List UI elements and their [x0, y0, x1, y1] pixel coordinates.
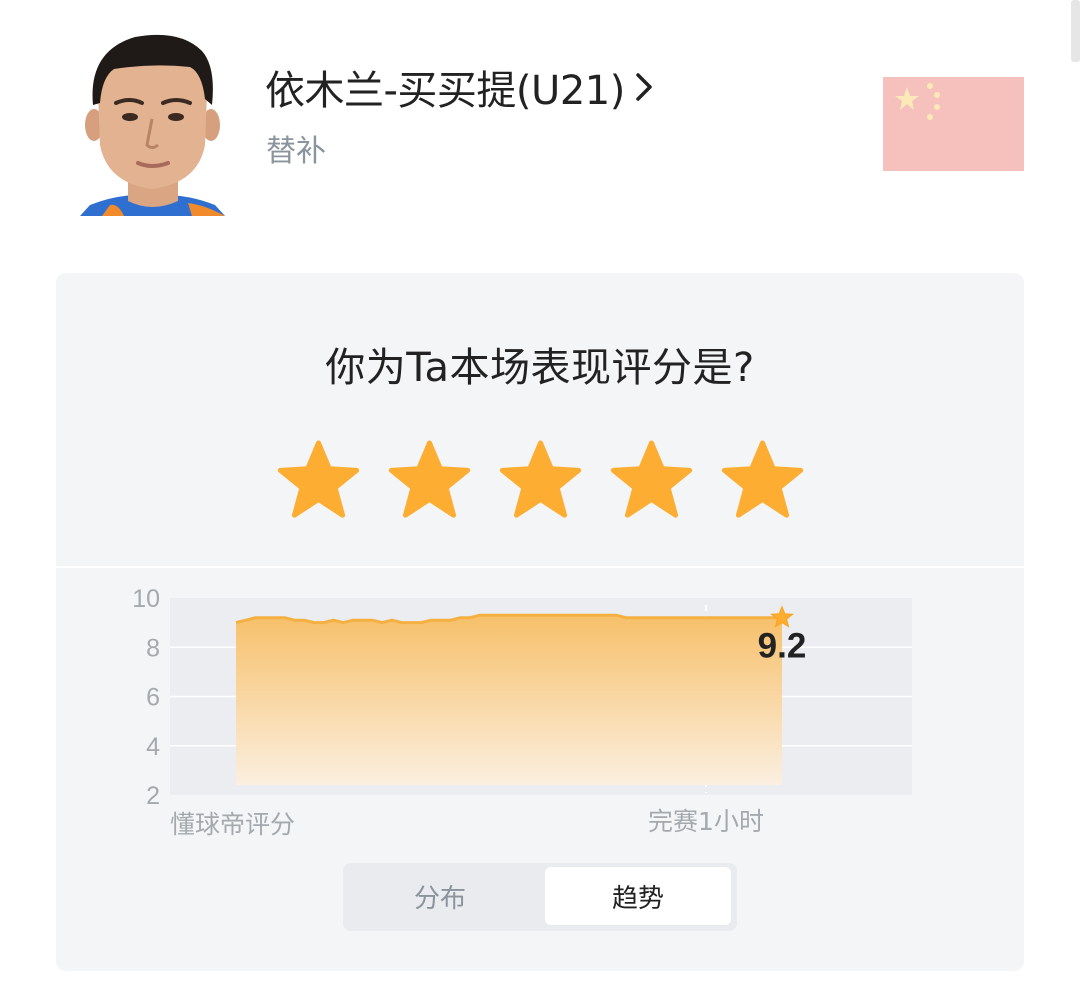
- x-label-start: 懂球帝评分: [170, 810, 295, 839]
- player-name-link[interactable]: 依木兰-买买提(U21): [265, 58, 653, 116]
- y-tick-label: 8: [146, 634, 160, 662]
- player-role: 替补: [266, 134, 326, 169]
- player-avatar[interactable]: [80, 33, 225, 216]
- x-label-fulltime: 完赛1小时: [648, 807, 764, 836]
- y-tick-label: 10: [132, 585, 160, 613]
- y-tick-label: 4: [146, 733, 160, 761]
- china-flag-icon: [883, 77, 1024, 171]
- tab-trend[interactable]: 趋势: [545, 867, 731, 925]
- player-name: 依木兰-买买提(U21): [265, 68, 625, 114]
- scrollbar-thumb[interactable]: [1071, 0, 1080, 62]
- chevron-right-icon: [636, 73, 652, 101]
- tab-distribution[interactable]: 分布: [347, 867, 533, 925]
- view-toggle: 分布 趋势: [343, 863, 737, 931]
- y-tick-label: 2: [146, 782, 160, 810]
- y-tick-label: 6: [146, 684, 160, 712]
- final-rating-value: 9.2: [758, 627, 807, 666]
- rating-trend-chart: 10 8 6 4 2 懂球帝评分 完赛1小时 9.2: [132, 585, 912, 839]
- rating-area: [236, 615, 782, 785]
- rating-card: 你为Ta本场表现评分是? 10 8 6 4 2 懂球帝评分 完赛1小时 9.2 分布 趋…: [56, 273, 1024, 971]
